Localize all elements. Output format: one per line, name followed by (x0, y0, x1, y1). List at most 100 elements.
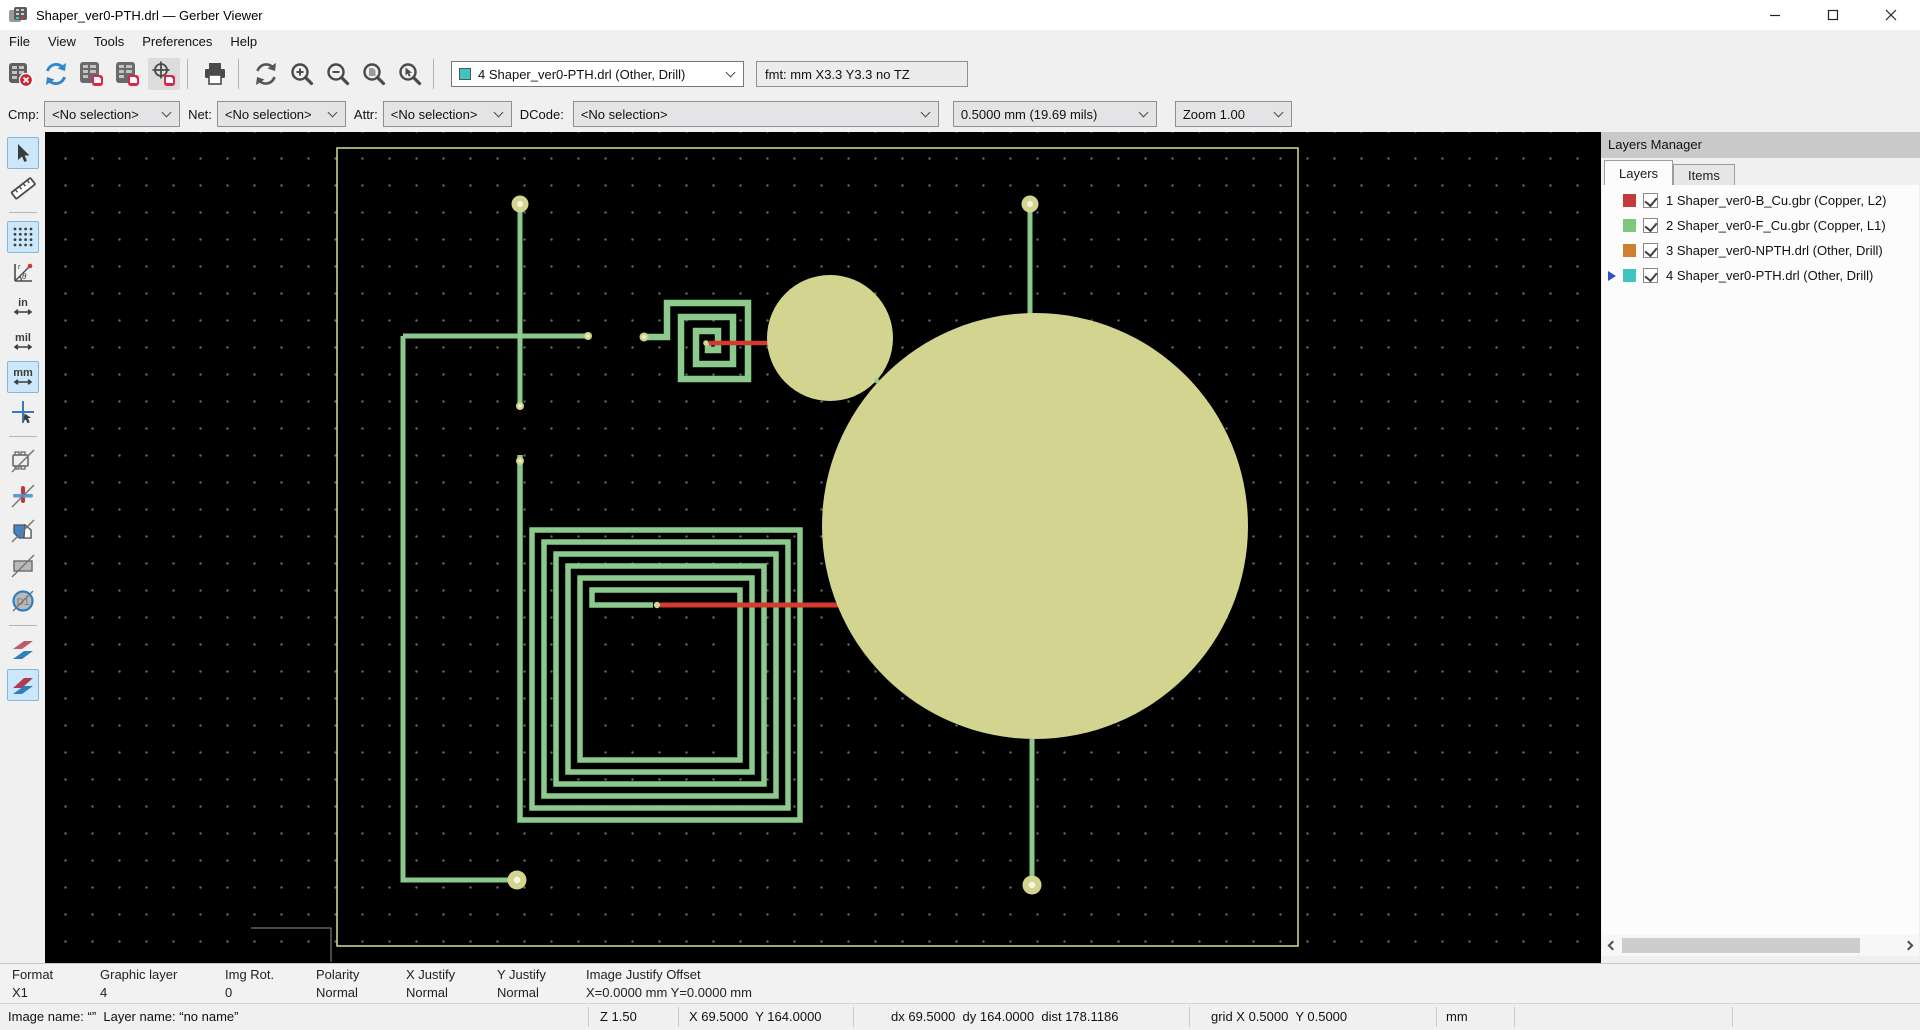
dcodes-toggle-button[interactable]: D1 (7, 585, 39, 617)
negative-objects-button[interactable] (7, 550, 39, 582)
active-layer-value: 4 Shaper_ver0-PTH.drl (Other, Drill) (478, 67, 685, 82)
layers-horizontal-scrollbar[interactable] (1602, 935, 1919, 956)
scrollbar-thumb[interactable] (1622, 938, 1860, 953)
high-contrast-icon (10, 672, 36, 698)
layer-visibility-checkbox[interactable] (1643, 268, 1658, 283)
grid-toggle-button[interactable] (7, 221, 39, 253)
zoom-fit-button[interactable] (358, 58, 390, 90)
layer-visibility-checkbox[interactable] (1643, 243, 1658, 258)
gerber-canvas[interactable] (45, 132, 1601, 963)
status-relative-position: dx 69.5000 dy 164.0000 dist 178.1186 (891, 1009, 1118, 1024)
polar-coords-button[interactable]: r θ (7, 256, 39, 288)
layer-visibility-checkbox[interactable] (1643, 218, 1658, 233)
crosshair-cursor-icon (10, 399, 36, 425)
measure-icon (10, 175, 36, 201)
sketch-polygons-button[interactable] (7, 515, 39, 547)
status-separator (853, 1007, 854, 1027)
menu-file[interactable]: File (0, 32, 39, 51)
reload-layers-button[interactable] (40, 58, 72, 90)
open-drill-button[interactable] (148, 58, 180, 90)
layer-color-swatch (1623, 269, 1636, 282)
mils-icon: mil (11, 330, 35, 354)
measure-tool-button[interactable] (7, 172, 39, 204)
sketch-flashed-icon (10, 483, 36, 509)
menu-view[interactable]: View (39, 32, 85, 51)
active-layer-select[interactable]: 4 Shaper_ver0-PTH.drl (Other, Drill) (451, 61, 744, 87)
dcode-select[interactable]: <No selection> (573, 101, 939, 127)
chevron-down-icon (726, 67, 736, 77)
open-drill-icon (150, 60, 178, 88)
minimize-icon (1769, 9, 1781, 21)
crosshair-cursor-button[interactable] (7, 396, 39, 428)
layer-row[interactable]: 2 Shaper_ver0-F_Cu.gbr (Copper, L1) (1602, 213, 1919, 238)
zoom-in-button[interactable] (286, 58, 318, 90)
status-separator (1189, 1007, 1190, 1027)
zoom-select[interactable]: Zoom 1.00 (1175, 101, 1292, 127)
print-button[interactable] (199, 58, 231, 90)
grid-select[interactable]: 0.5000 mm (19.69 mils) (953, 101, 1157, 127)
menu-help[interactable]: Help (221, 32, 266, 51)
info-x-justify: X JustifyNormal (406, 967, 455, 1000)
open-gerber-button[interactable] (76, 58, 108, 90)
svg-text:r: r (18, 264, 21, 271)
layer-row[interactable]: 3 Shaper_ver0-NPTH.drl (Other, Drill) (1602, 238, 1919, 263)
cmp-label: Cmp: (8, 107, 39, 122)
layer-label: 2 Shaper_ver0-F_Cu.gbr (Copper, L1) (1666, 218, 1886, 233)
chevron-down-icon (1138, 107, 1148, 117)
toolbar-separator (433, 59, 434, 89)
diff-mode-icon (10, 637, 36, 663)
net-select[interactable]: <No selection> (217, 101, 346, 127)
layers-list: 1 Shaper_ver0-B_Cu.gbr (Copper, L2) 2 Sh… (1602, 185, 1919, 935)
high-contrast-mode-button[interactable] (7, 669, 39, 701)
dcode-label: DCode: (520, 107, 564, 122)
info-graphic-layer: Graphic layer4 (100, 967, 177, 1000)
sketch-footprints-button[interactable] (7, 445, 39, 477)
scroll-right-button[interactable] (1901, 935, 1919, 956)
close-icon (1885, 9, 1897, 21)
status-separator (1514, 1007, 1515, 1027)
zoom-selection-button[interactable] (394, 58, 426, 90)
scroll-left-button[interactable] (1602, 935, 1620, 956)
layer-color-swatch (1623, 219, 1636, 232)
close-button[interactable] (1862, 0, 1920, 30)
info-y-justify: Y JustifyNormal (497, 967, 546, 1000)
cursor-icon (11, 141, 35, 165)
units-mils-button[interactable]: mil (7, 326, 39, 358)
open-gerber-job-button[interactable] (112, 58, 144, 90)
menu-tools[interactable]: Tools (85, 32, 133, 51)
cmp-select[interactable]: <No selection> (44, 101, 180, 127)
units-inches-button[interactable]: in (7, 291, 39, 323)
zoom-fit-icon (361, 61, 387, 87)
format-info-text: fmt: mm X3.3 Y3.3 no TZ (765, 67, 910, 82)
layers-manager-title: Layers Manager (1601, 132, 1920, 158)
reload-icon (42, 60, 70, 88)
units-mm-button[interactable]: mm (7, 361, 39, 393)
maximize-button[interactable] (1804, 0, 1862, 30)
zoom-selection-icon (397, 61, 423, 87)
minimize-button[interactable] (1746, 0, 1804, 30)
tab-layers[interactable]: Layers (1604, 160, 1673, 185)
zoom-out-button[interactable] (322, 58, 354, 90)
attr-select[interactable]: <No selection> (383, 101, 512, 127)
menu-preferences[interactable]: Preferences (133, 32, 221, 51)
sketch-flashed-button[interactable] (7, 480, 39, 512)
diff-mode-button[interactable] (7, 634, 39, 666)
layer-row[interactable]: 1 Shaper_ver0-B_Cu.gbr (Copper, L2) (1602, 188, 1919, 213)
status-separator (1732, 1007, 1733, 1027)
attr-label: Attr: (354, 107, 378, 122)
left-toolbar: r θ in mil mm (0, 132, 45, 963)
redraw-button[interactable] (250, 58, 282, 90)
status-image-info: Image name: “” Layer name: “no name” (8, 1009, 239, 1024)
status-zoom: Z 1.50 (600, 1009, 637, 1024)
dcode-value: <No selection> (581, 107, 668, 122)
chevron-down-icon (327, 107, 337, 117)
status-separator (678, 1007, 679, 1027)
tab-items[interactable]: Items (1673, 164, 1735, 185)
layer-row-current[interactable]: 4 Shaper_ver0-PTH.drl (Other, Drill) (1602, 263, 1919, 288)
layer-visibility-checkbox[interactable] (1643, 193, 1658, 208)
cursor-tool-button[interactable] (7, 137, 39, 169)
grid-icon (11, 225, 35, 249)
layer-color-swatch (1623, 194, 1636, 207)
clear-layers-button[interactable] (4, 58, 36, 90)
sketch-footprints-icon (10, 448, 36, 474)
